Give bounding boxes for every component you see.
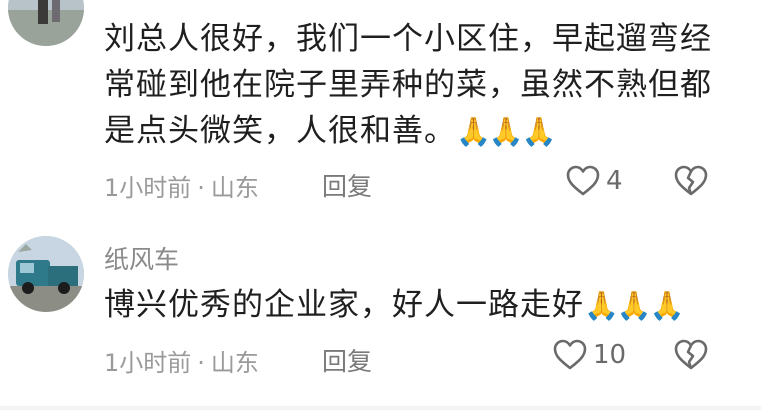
pray-hands-emoji: 🙏🙏🙏 — [456, 115, 557, 148]
heart-outline-icon — [566, 165, 600, 196]
avatar-image — [8, 236, 84, 312]
avatar[interactable] — [8, 0, 84, 46]
dislike-button[interactable] — [674, 339, 708, 375]
like-button[interactable]: 10 — [553, 339, 626, 371]
dislike-button[interactable] — [674, 165, 708, 201]
comment-time: 1小时前 — [104, 349, 192, 377]
broken-heart-icon — [674, 339, 708, 370]
comment-location: 山东 — [210, 349, 259, 377]
pray-hands-emoji: 🙏🙏🙏 — [584, 289, 685, 322]
like-count: 10 — [593, 340, 627, 370]
reply-button[interactable]: 回复 — [322, 342, 372, 378]
heart-outline-icon — [553, 339, 587, 370]
comment-text: 刘总人很好，我们一个小区住，早起遛弯经常碰到他在院子里弄种的菜，虽然不熟但都是点… — [104, 16, 724, 155]
comment-meta: 1小时前 · 山东 — [104, 168, 259, 203]
comment-username[interactable]: 纸风车 — [104, 240, 179, 276]
reply-button[interactable]: 回复 — [322, 167, 372, 203]
avatar-image — [8, 0, 84, 46]
comment-meta: 1小时前 · 山东 — [104, 343, 259, 378]
like-count: 4 — [606, 166, 623, 196]
divider — [0, 406, 761, 410]
meta-separator: · — [197, 349, 205, 377]
comment-text: 博兴优秀的企业家，好人一路走好🙏🙏🙏 — [104, 282, 724, 329]
meta-separator: · — [197, 174, 205, 202]
like-button[interactable]: 4 — [566, 165, 623, 197]
broken-heart-icon — [674, 165, 708, 196]
avatar[interactable] — [8, 236, 84, 312]
comment-location: 山东 — [210, 174, 259, 202]
comment-time: 1小时前 — [104, 174, 192, 202]
comment-text-body: 博兴优秀的企业家，好人一路走好 — [104, 287, 584, 323]
comment-text-body: 刘总人很好，我们一个小区住，早起遛弯经常碰到他在院子里弄种的菜，虽然不熟但都是点… — [104, 21, 712, 149]
